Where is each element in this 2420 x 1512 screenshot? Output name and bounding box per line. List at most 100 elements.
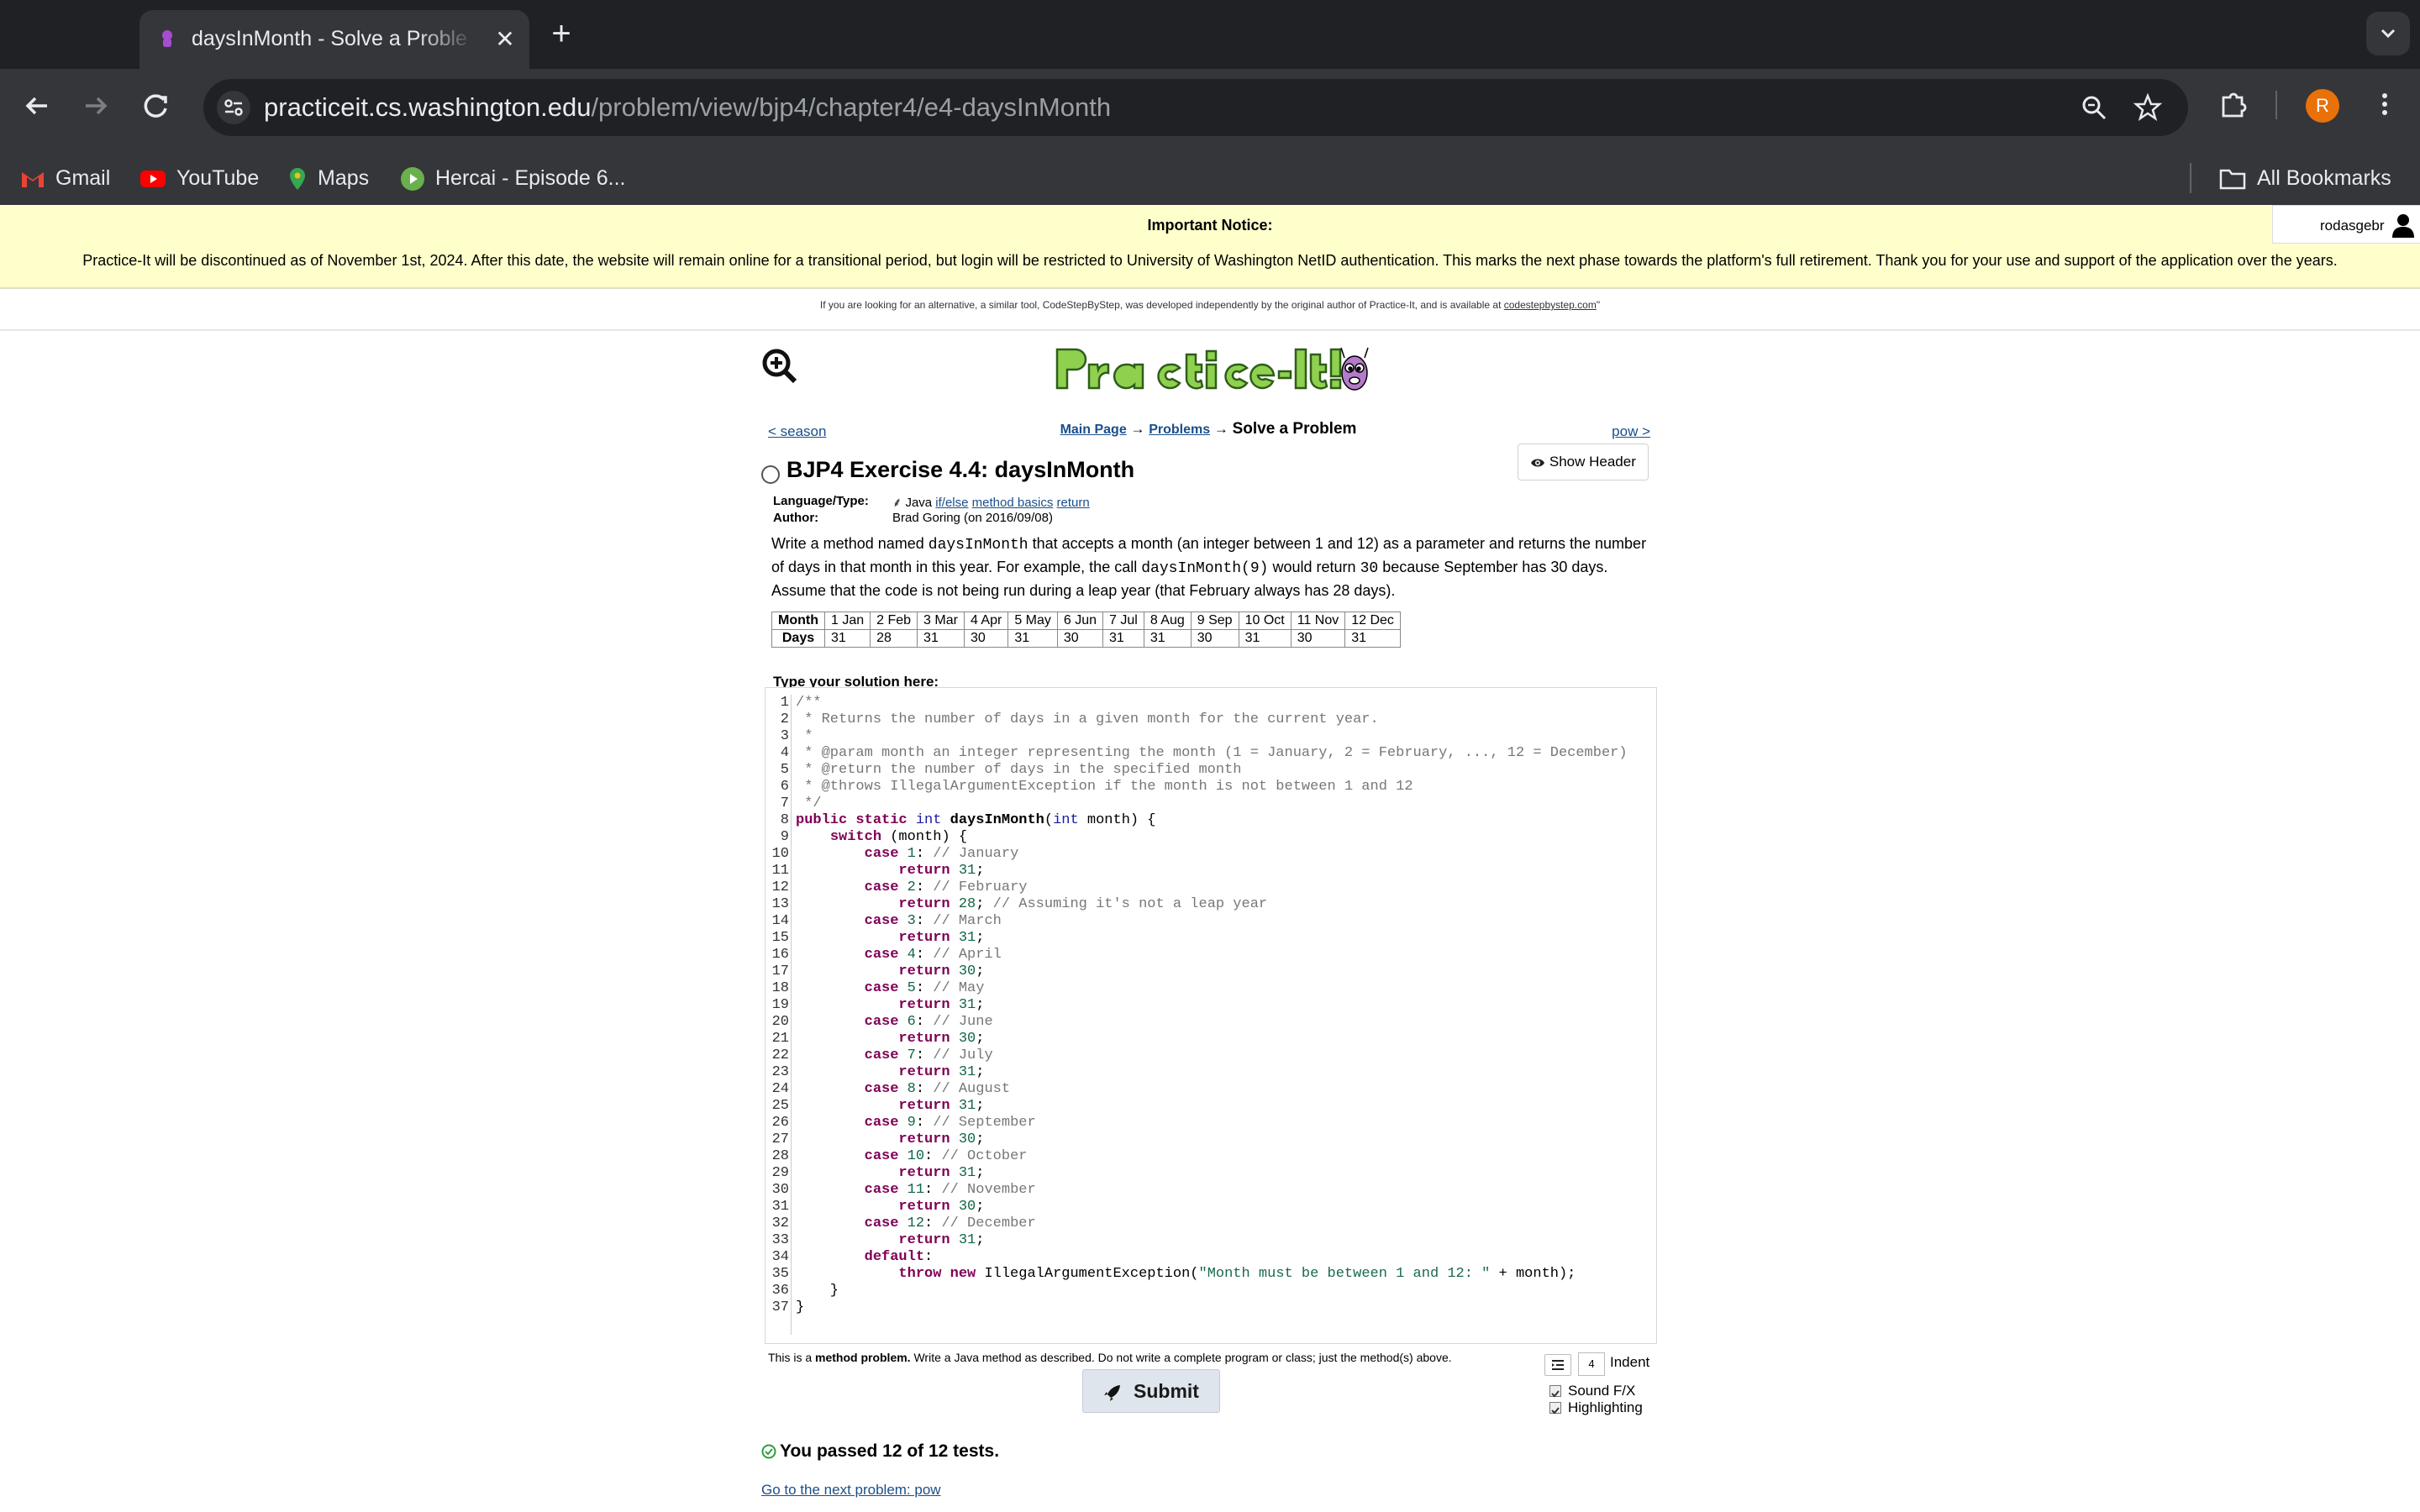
all-bookmarks-button[interactable]: All Bookmarks: [2218, 161, 2391, 195]
address-bar[interactable]: practiceit.cs.washington.edu/problem/vie…: [203, 79, 2188, 136]
language-value: ⸙ Java if/else method basics return: [892, 494, 1090, 511]
indent-icon: [1552, 1360, 1564, 1370]
crumb-main-page[interactable]: Main Page: [1060, 423, 1127, 437]
site-info-button[interactable]: [217, 91, 250, 124]
line-number: 6: [780, 779, 789, 795]
bookmark-youtube[interactable]: YouTube: [139, 161, 259, 195]
highlighting-option[interactable]: Highlighting: [1549, 1399, 1643, 1416]
days-cell: 31: [1238, 629, 1292, 648]
tag-link[interactable]: return: [1057, 496, 1090, 510]
month-cell: 6 Jun: [1056, 612, 1104, 630]
indent-control: 4 Indent: [1544, 1352, 1662, 1376]
problem-description: Write a method named daysInMonth that ac…: [771, 533, 1647, 601]
indent-label: Indent: [1610, 1354, 1650, 1370]
folder-icon: [2219, 170, 2246, 190]
line-number: 29: [771, 1165, 789, 1181]
line-number: 22: [771, 1047, 789, 1063]
submit-button[interactable]: Submit: [1082, 1369, 1220, 1413]
bookmark-maps[interactable]: Maps: [287, 161, 369, 195]
line-number: 34: [771, 1249, 789, 1265]
zoom-in-icon[interactable]: [760, 346, 798, 385]
month-cell: 1 Jan: [823, 612, 871, 630]
practiceit-favicon-icon: [162, 30, 172, 47]
days-cell: 30: [1056, 629, 1104, 648]
eye-icon: [1531, 459, 1545, 467]
next-problem-link[interactable]: pow >: [1612, 423, 1650, 440]
bookmark-star-icon[interactable]: [2133, 92, 2163, 123]
line-number: 2: [780, 711, 789, 727]
sound-fx-checkbox[interactable]: [1549, 1384, 1561, 1397]
tab-search-button[interactable]: [2366, 12, 2410, 55]
line-number: 3: [780, 728, 789, 744]
reload-icon[interactable]: [138, 87, 175, 124]
browser-tab[interactable]: daysInMonth - Solve a Proble ✕: [139, 10, 529, 69]
line-number: 35: [771, 1266, 789, 1282]
line-number: 7: [780, 795, 789, 811]
line-number: 1: [780, 695, 789, 711]
line-number: 30: [771, 1182, 789, 1198]
back-arrow-icon[interactable]: [18, 87, 55, 124]
tab-close-icon[interactable]: ✕: [489, 24, 521, 55]
code-content[interactable]: /** * Returns the number of days in a gi…: [796, 695, 1628, 1316]
new-tab-button[interactable]: +: [544, 17, 578, 50]
gmail-icon: [22, 172, 44, 188]
crumb-arrow: →: [1130, 421, 1145, 437]
line-number: 20: [771, 1014, 789, 1030]
line-number: 26: [771, 1115, 789, 1131]
line-number: 25: [771, 1098, 789, 1114]
alternative-suffix: ": [1596, 299, 1601, 311]
chevron-down-icon: [2381, 29, 2396, 39]
indent-size-input[interactable]: 4: [1578, 1352, 1605, 1376]
crumb-current: Solve a Problem: [1232, 420, 1357, 438]
maps-icon: [290, 168, 305, 191]
user-menu[interactable]: rodasgebr: [2272, 205, 2420, 244]
tab-title-fade: [417, 27, 476, 54]
extensions-icon[interactable]: [2217, 87, 2250, 121]
profile-avatar[interactable]: R: [2306, 89, 2339, 123]
forward-arrow-icon[interactable]: [77, 87, 114, 124]
line-number: 32: [771, 1215, 789, 1231]
month-row: Month 1 Jan 2 Feb 3 Mar 4 Apr 5 May 6 Ju…: [771, 612, 1401, 630]
crumb-problems[interactable]: Problems: [1149, 423, 1210, 437]
bookmark-gmail[interactable]: Gmail: [20, 161, 110, 195]
sound-fx-option[interactable]: Sound F/X: [1549, 1383, 1635, 1399]
alternative-text: If you are looking for an alternative, a…: [819, 299, 1502, 311]
line-number: 37: [771, 1299, 789, 1315]
codestepbystep-link[interactable]: codestepbystep.com: [1504, 299, 1597, 311]
kebab-menu-icon[interactable]: [2368, 87, 2402, 121]
zoom-icon[interactable]: [2079, 92, 2109, 123]
check-circle-icon: [761, 1444, 776, 1459]
bookmarks-bar: Gmail YouTube Maps Hercai - Episode 6...…: [0, 153, 2420, 205]
tag-link[interactable]: if/else: [935, 496, 968, 510]
breadcrumb: Main Page → Problems → Solve a Problem: [766, 420, 1650, 438]
indent-button[interactable]: [1544, 1354, 1571, 1376]
line-number: 4: [780, 745, 789, 761]
month-cell: 10 Oct: [1238, 612, 1292, 630]
mascot: [1340, 347, 1369, 391]
url-text[interactable]: practiceit.cs.washington.edu/problem/vie…: [264, 92, 1111, 123]
toolbar-divider: [2275, 91, 2277, 119]
notice-text: Practice-It will be discontinued as of N…: [82, 252, 2338, 269]
highlighting-checkbox[interactable]: [1549, 1401, 1561, 1414]
tag-link[interactable]: method basics: [972, 496, 1054, 510]
submit-label: Submit: [1134, 1380, 1199, 1402]
youtube-icon: [140, 171, 166, 188]
browser-tab-bar: daysInMonth - Solve a Proble ✕ +: [0, 0, 2420, 69]
next-problem-bottom-link[interactable]: Go to the next problem: pow: [761, 1482, 941, 1499]
notice-title: Important Notice:: [1147, 217, 1273, 234]
days-cell: 31: [1143, 629, 1192, 648]
line-number: 5: [780, 762, 789, 778]
code-editor[interactable]: 1 2 3 4 5 6 7 8 9 10 11 12 13 14 15 16 17 18 19 20 21 22 23 24 2…: [765, 687, 1657, 1344]
desc-code: daysInMonth: [928, 537, 1028, 554]
show-header-button[interactable]: Show Header: [1518, 444, 1649, 480]
row-header: Days: [771, 629, 825, 648]
alternative-notice: If you are looking for an alternative, a…: [0, 299, 2420, 311]
month-cell: 5 May: [1007, 612, 1058, 630]
user-icon: [2392, 214, 2414, 238]
month-days-table: Month 1 Jan 2 Feb 3 Mar 4 Apr 5 May 6 Ju…: [771, 612, 1401, 648]
line-number: 27: [771, 1131, 789, 1147]
line-number: 19: [771, 997, 789, 1013]
line-number: 12: [771, 879, 789, 895]
bookmark-hercai[interactable]: Hercai - Episode 6...: [400, 161, 626, 195]
row-header: Month: [771, 612, 825, 630]
